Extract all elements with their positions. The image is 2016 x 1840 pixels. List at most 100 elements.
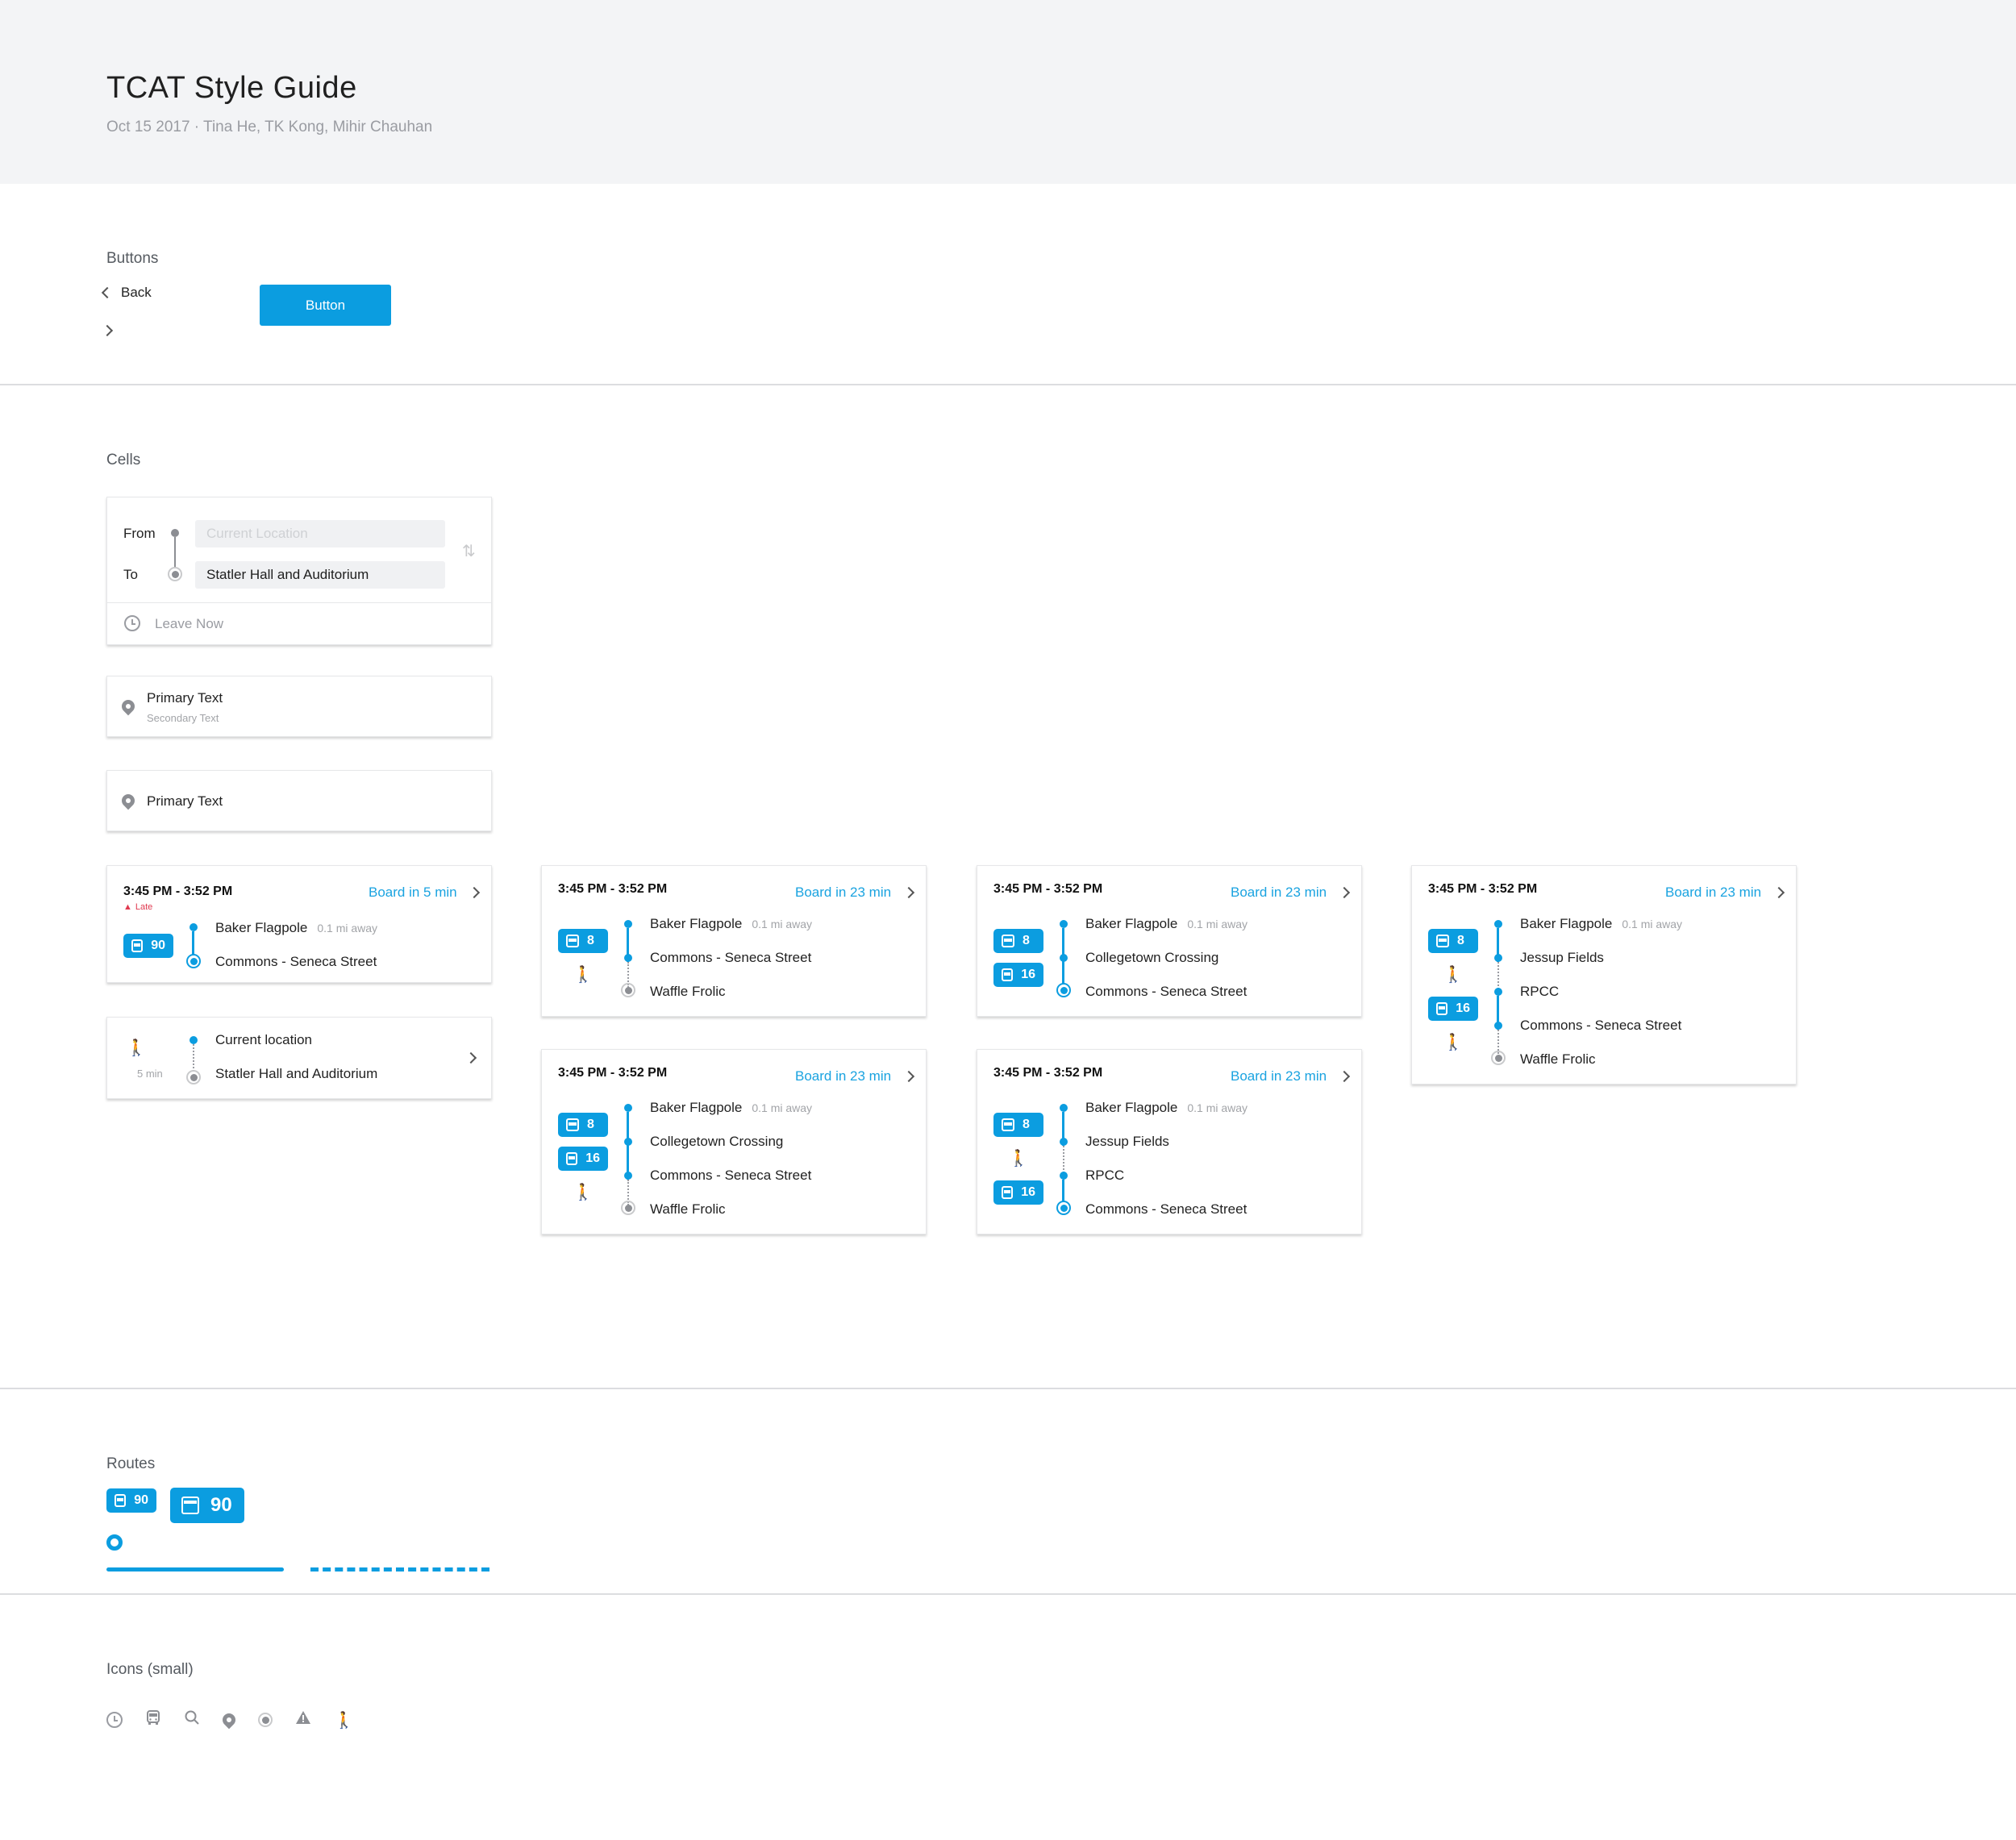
board-time: Board in 23 min (1665, 885, 1762, 900)
route-badge-small: 90 (106, 1488, 156, 1513)
board-time: Board in 23 min (1231, 1068, 1327, 1084)
stop-name: Collegetown Crossing (1085, 950, 1219, 965)
route-time: 3:45 PM - 3:52 PM (1428, 882, 1538, 896)
route-time: 3:45 PM - 3:52 PM (558, 882, 668, 896)
bus-icon (566, 1118, 579, 1131)
route-badge-large: 90 (170, 1488, 244, 1523)
destination-icon (621, 983, 635, 997)
to-label: To (123, 567, 138, 582)
destination-icon (621, 1201, 635, 1215)
stop-name: RPCC (1520, 984, 1560, 999)
route-time: 3:45 PM - 3:52 PM (123, 885, 233, 898)
stop-row: Baker Flagpole 0.1 mi away (1520, 916, 1683, 931)
search-cell: From To Current Location Statler Hall an… (106, 497, 492, 645)
walk-icon: 🚶 (573, 1184, 594, 1201)
stop-dot (624, 954, 632, 962)
stop-name: Waffle Frolic (650, 1201, 726, 1217)
stop-icon (258, 1713, 273, 1727)
chevron-right-icon (101, 324, 114, 337)
bus-icon (566, 1152, 578, 1165)
warning-icon: ▲ (123, 902, 132, 912)
stop-row: Baker Flagpole 0.1 mi away (650, 1100, 813, 1115)
walk-icon: 🚶 (334, 1711, 354, 1730)
section-divider (0, 384, 2016, 385)
stop-name: Jessup Fields (1085, 1134, 1169, 1149)
place-secondary-text: Secondary Text (147, 712, 219, 724)
stop-name: Waffle Frolic (1520, 1051, 1596, 1067)
stop-dot (624, 1104, 632, 1112)
stop-name: Jessup Fields (1520, 950, 1604, 965)
stop-name: Commons - Seneca Street (215, 954, 377, 969)
section-label-icons: Icons (small) (106, 1661, 194, 1678)
route-cell[interactable]: 3:45 PM - 3:52 PM Board in 23 min 8 🚶 16… (977, 1049, 1362, 1234)
primary-button[interactable]: Button (260, 285, 391, 326)
chevron-right-icon (902, 886, 915, 899)
chevron-right-icon (1338, 886, 1351, 899)
place-primary-text: Primary Text (147, 793, 223, 809)
walk-icon: 🚶 (126, 1039, 147, 1057)
stop-dot (1494, 988, 1502, 996)
route-badge: 8 (993, 1113, 1043, 1137)
route-cell[interactable]: 3:45 PM - 3:52 PM Board in 23 min 8 16 B… (977, 865, 1362, 1017)
back-button[interactable]: Back (101, 282, 152, 303)
route-cell[interactable]: 3:45 PM - 3:52 PM Board in 23 min 8 🚶 Ba… (541, 865, 927, 1017)
chevron-right-icon (1772, 886, 1785, 899)
stop-name: Commons - Seneca Street (1520, 1018, 1682, 1033)
route-badge: 8 (558, 929, 608, 953)
stop-row: Baker Flagpole 0.1 mi away (215, 920, 378, 935)
bus-icon (1002, 935, 1014, 947)
section-divider (0, 1593, 2016, 1595)
stop-dot (1494, 954, 1502, 962)
walk-icon: 🚶 (1443, 966, 1464, 984)
chevron-right-icon (1338, 1070, 1351, 1083)
board-time: Board in 23 min (1231, 885, 1327, 900)
search-divider (107, 602, 491, 603)
walk-line (193, 1044, 194, 1072)
forward-button[interactable] (101, 324, 114, 339)
to-input[interactable]: Statler Hall and Auditorium (195, 561, 445, 589)
place-cell-two-line[interactable]: Primary Text Secondary Text (106, 676, 492, 737)
bus-icon (145, 1709, 161, 1730)
pin-icon (119, 791, 138, 810)
stop-dot (1494, 920, 1502, 928)
walk-to: Statler Hall and Auditorium (215, 1066, 378, 1081)
stop-end-icon (1056, 1201, 1071, 1215)
bus-icon (1002, 1186, 1014, 1199)
walk-cell[interactable]: 🚶 5 min Current location Statler Hall an… (106, 1017, 492, 1099)
route-badge: 8 (1428, 929, 1478, 953)
section-label-buttons: Buttons (106, 250, 159, 267)
pin-icon (219, 1710, 239, 1730)
origin-dot (171, 529, 179, 537)
from-label: From (123, 526, 156, 541)
route-cell[interactable]: 3:45 PM - 3:52 PM ▲ Late Board in 5 min … (106, 865, 492, 983)
route-badge: 8 (558, 1113, 608, 1137)
route-cell[interactable]: 3:45 PM - 3:52 PM Board in 23 min 8 🚶 16… (1411, 865, 1797, 1084)
from-input[interactable]: Current Location (195, 520, 445, 547)
stop-dot (1060, 1104, 1068, 1112)
stop-dot (190, 923, 198, 931)
late-badge: ▲ Late (123, 902, 152, 912)
bus-icon (566, 935, 579, 947)
route-cell[interactable]: 3:45 PM - 3:52 PM Board in 23 min 8 16 🚶… (541, 1049, 927, 1234)
board-time: Board in 23 min (795, 1068, 892, 1084)
swap-icon[interactable]: ⇅ (462, 541, 476, 561)
route-line (627, 1112, 629, 1180)
walk-icon: 🚶 (1008, 1150, 1029, 1168)
route-stop-marker (106, 1534, 123, 1551)
destination-icon (186, 1070, 201, 1084)
bus-icon (1002, 968, 1014, 981)
stop-dot (1060, 954, 1068, 962)
section-label-cells: Cells (106, 452, 141, 468)
destination-icon (1491, 1051, 1506, 1065)
stop-dot (190, 1036, 198, 1044)
stop-row: Baker Flagpole 0.1 mi away (1085, 916, 1248, 931)
leave-now-option[interactable]: Leave Now (155, 616, 223, 632)
icon-row: 🚶 (106, 1709, 354, 1730)
route-badge: 16 (558, 1147, 608, 1171)
bus-icon (1436, 935, 1449, 947)
route-line (192, 931, 194, 955)
chevron-left-icon (101, 286, 114, 299)
stop-row: Baker Flagpole 0.1 mi away (650, 916, 813, 931)
place-cell-one-line[interactable]: Primary Text (106, 770, 492, 831)
board-time: Board in 23 min (795, 885, 892, 900)
